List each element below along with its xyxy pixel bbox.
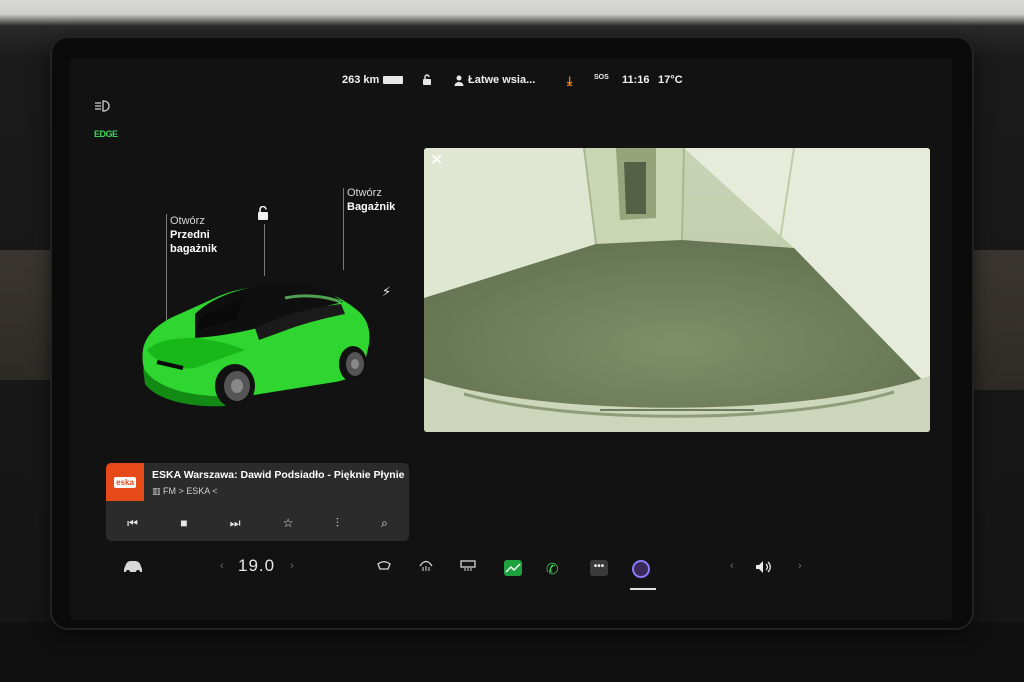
volume-up-button[interactable]: › xyxy=(798,560,802,572)
sos-label: SOS xyxy=(594,74,609,81)
front-trunk-button[interactable]: Otwórz Przedni bagażnik xyxy=(170,214,217,256)
edge-status: EDGE xyxy=(94,128,118,140)
temp-decrease-button[interactable]: ‹ xyxy=(220,560,224,572)
rear-trunk-label-line1: Otwórz xyxy=(347,187,382,199)
energy-app-button[interactable] xyxy=(504,560,522,576)
rear-defrost-icon xyxy=(460,560,476,571)
sos-button[interactable]: SOS xyxy=(594,74,609,81)
chevron-left-icon: ‹ xyxy=(220,560,224,572)
more-apps-button[interactable]: ••• xyxy=(590,560,608,576)
active-app-indicator xyxy=(630,588,656,590)
equalizer-icon[interactable]: ⫶ xyxy=(336,516,339,531)
close-camera-button[interactable]: ✕ xyxy=(430,150,443,170)
rear-defrost-button[interactable] xyxy=(460,560,476,572)
software-update[interactable]: ⤓ xyxy=(567,74,572,89)
seat-heater-button[interactable] xyxy=(376,560,392,572)
car-controls-button[interactable] xyxy=(122,560,144,574)
cabin-temperature[interactable]: 19.0 xyxy=(238,556,275,576)
rear-trunk-button[interactable]: Otwórz Bagażnik xyxy=(347,186,395,214)
speaker-icon xyxy=(756,561,771,573)
front-defrost-icon xyxy=(419,560,433,571)
seat-heat-icon xyxy=(377,561,391,570)
media-source-text: FM > ESKA < xyxy=(163,486,218,496)
download-icon: ⤓ xyxy=(567,74,573,88)
chevron-right-icon: › xyxy=(798,560,802,572)
phone-icon: ✆ xyxy=(546,561,559,578)
battery-icon xyxy=(383,76,404,84)
now-playing-title: ESKA Warszawa: Dawid Podsiadło - Pięknie… xyxy=(152,469,405,481)
energy-graph-icon xyxy=(504,560,522,576)
dashboard-wood-right xyxy=(970,250,1024,390)
favorite-star-icon[interactable]: ☆ xyxy=(283,516,294,530)
outside-temp-text: 17°C xyxy=(658,74,683,86)
bottom-bar: ‹ 19.0 › ✆ ••• ‹ › xyxy=(70,552,952,592)
range-text: 263 km xyxy=(342,74,380,86)
media-controls: ⏮ ■ ⏭ ☆ ⫶ ⌕ xyxy=(106,511,409,535)
car-3d-model[interactable] xyxy=(135,258,385,408)
station-logo: eska xyxy=(106,463,144,501)
car-icon xyxy=(124,561,142,574)
volume-button[interactable] xyxy=(754,560,774,574)
edge-label: EDGE xyxy=(94,129,118,139)
unlock-icon xyxy=(423,74,431,85)
media-player: eska ESKA Warszawa: Dawid Podsiadło - Pi… xyxy=(106,463,409,541)
rear-camera-view[interactable]: ✕ xyxy=(424,148,930,432)
front-trunk-label-line2: Przedni xyxy=(170,229,210,241)
headlights-icon[interactable] xyxy=(94,100,110,115)
stop-icon[interactable]: ■ xyxy=(180,516,187,530)
cabin-temp-value: 19.0 xyxy=(238,556,276,575)
temp-increase-button[interactable]: › xyxy=(290,560,294,572)
front-defrost-button[interactable] xyxy=(418,560,434,572)
lock-status[interactable] xyxy=(422,74,432,85)
camera-icon xyxy=(632,560,650,578)
touchscreen: 263 km Łatwe wsia... ⤓ SOS 11:16 17°C ED… xyxy=(70,58,952,620)
unlock-icon xyxy=(258,205,268,220)
chevron-right-icon: › xyxy=(290,560,294,572)
time-text: 11:16 xyxy=(622,74,650,86)
media-source[interactable]: ▥ FM > ESKA < xyxy=(152,486,218,497)
driver-profile[interactable]: Łatwe wsia... xyxy=(454,74,535,86)
volume-down-button[interactable]: ‹ xyxy=(730,560,734,572)
radio-icon: ▥ xyxy=(152,486,164,496)
station-logo-text: eska xyxy=(114,476,136,488)
person-icon xyxy=(454,75,464,86)
search-icon[interactable]: ⌕ xyxy=(381,516,388,531)
front-trunk-label-line1: Otwórz xyxy=(170,215,205,227)
profile-name: Łatwe wsia... xyxy=(468,74,536,86)
more-dots-icon: ••• xyxy=(590,560,608,576)
chevron-left-icon: ‹ xyxy=(730,560,734,572)
next-track-icon[interactable]: ⏭ xyxy=(230,516,241,531)
outside-temperature: 17°C xyxy=(658,74,683,86)
rear-trunk-label-line2: Bagażnik xyxy=(347,201,396,213)
dashboard-lower xyxy=(0,622,1024,682)
front-trunk-label-line3: bagażnik xyxy=(170,243,218,255)
camera-feed-image xyxy=(424,148,930,432)
camera-app-button[interactable] xyxy=(632,560,650,578)
previous-track-icon[interactable]: ⏮ xyxy=(127,516,138,531)
status-bar: 263 km Łatwe wsia... ⤓ SOS 11:16 17°C xyxy=(70,72,952,92)
car-lock-button[interactable] xyxy=(256,205,270,226)
range-indicator[interactable]: 263 km xyxy=(342,74,404,86)
phone-button[interactable]: ✆ xyxy=(546,560,559,578)
clock: 11:16 xyxy=(622,74,650,86)
dashboard-wood-left xyxy=(0,250,58,380)
